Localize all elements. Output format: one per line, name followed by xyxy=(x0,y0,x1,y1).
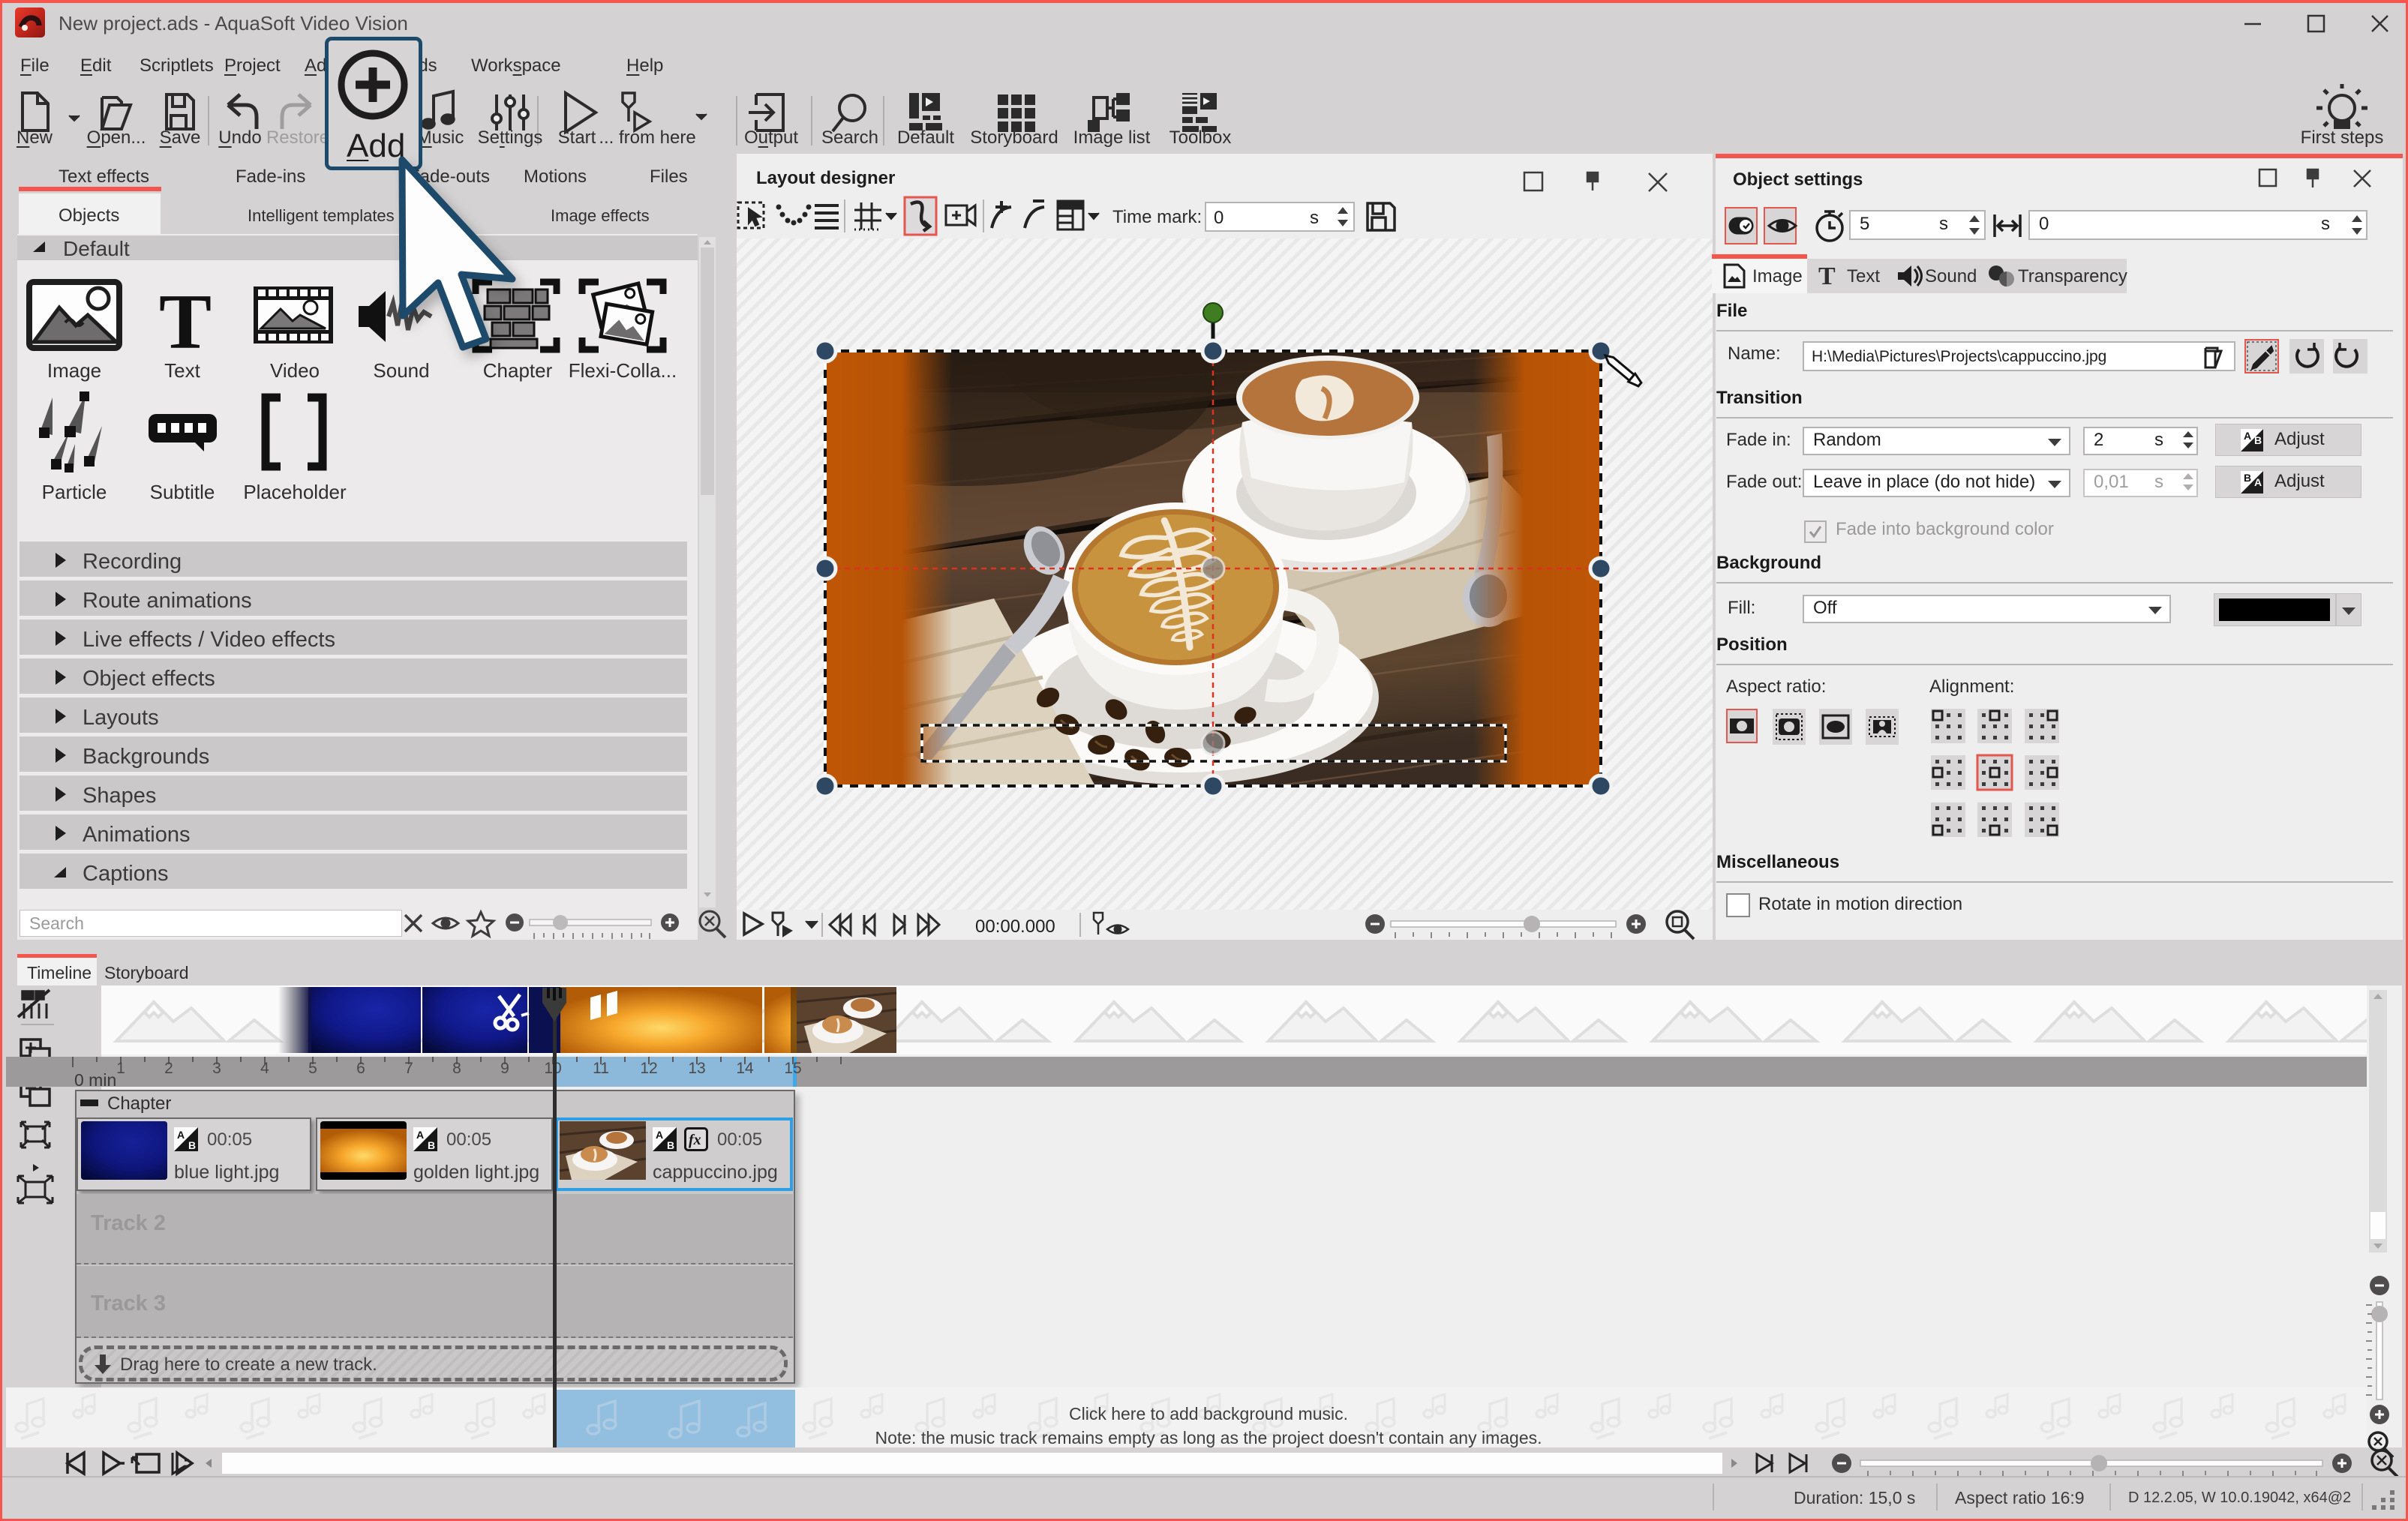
svg-text:3: 3 xyxy=(212,1060,221,1077)
svg-text:15: 15 xyxy=(784,1060,801,1077)
svg-text:13: 13 xyxy=(688,1060,705,1077)
svg-text:1: 1 xyxy=(116,1060,125,1077)
svg-text:2: 2 xyxy=(164,1060,173,1077)
svg-text:A: A xyxy=(2254,476,2262,488)
svg-text:B: B xyxy=(428,1139,435,1151)
svg-text:B: B xyxy=(2254,434,2262,446)
svg-text:6: 6 xyxy=(356,1060,365,1077)
svg-text:fx: fx xyxy=(689,1132,701,1148)
svg-text:9: 9 xyxy=(500,1060,509,1077)
svg-text:8: 8 xyxy=(452,1060,461,1077)
svg-text:B: B xyxy=(2244,472,2251,484)
svg-text:11: 11 xyxy=(593,1060,609,1077)
svg-text:B: B xyxy=(188,1139,196,1151)
svg-text:B: B xyxy=(667,1139,674,1151)
svg-text:4: 4 xyxy=(260,1060,269,1077)
svg-text:7: 7 xyxy=(404,1060,413,1077)
svg-text:A: A xyxy=(416,1129,424,1141)
svg-text:A: A xyxy=(177,1129,185,1141)
svg-text:A: A xyxy=(656,1129,663,1141)
svg-text:5: 5 xyxy=(308,1060,317,1077)
svg-text:12: 12 xyxy=(640,1060,657,1077)
svg-text:14: 14 xyxy=(736,1060,754,1077)
svg-text:A: A xyxy=(2244,430,2251,442)
